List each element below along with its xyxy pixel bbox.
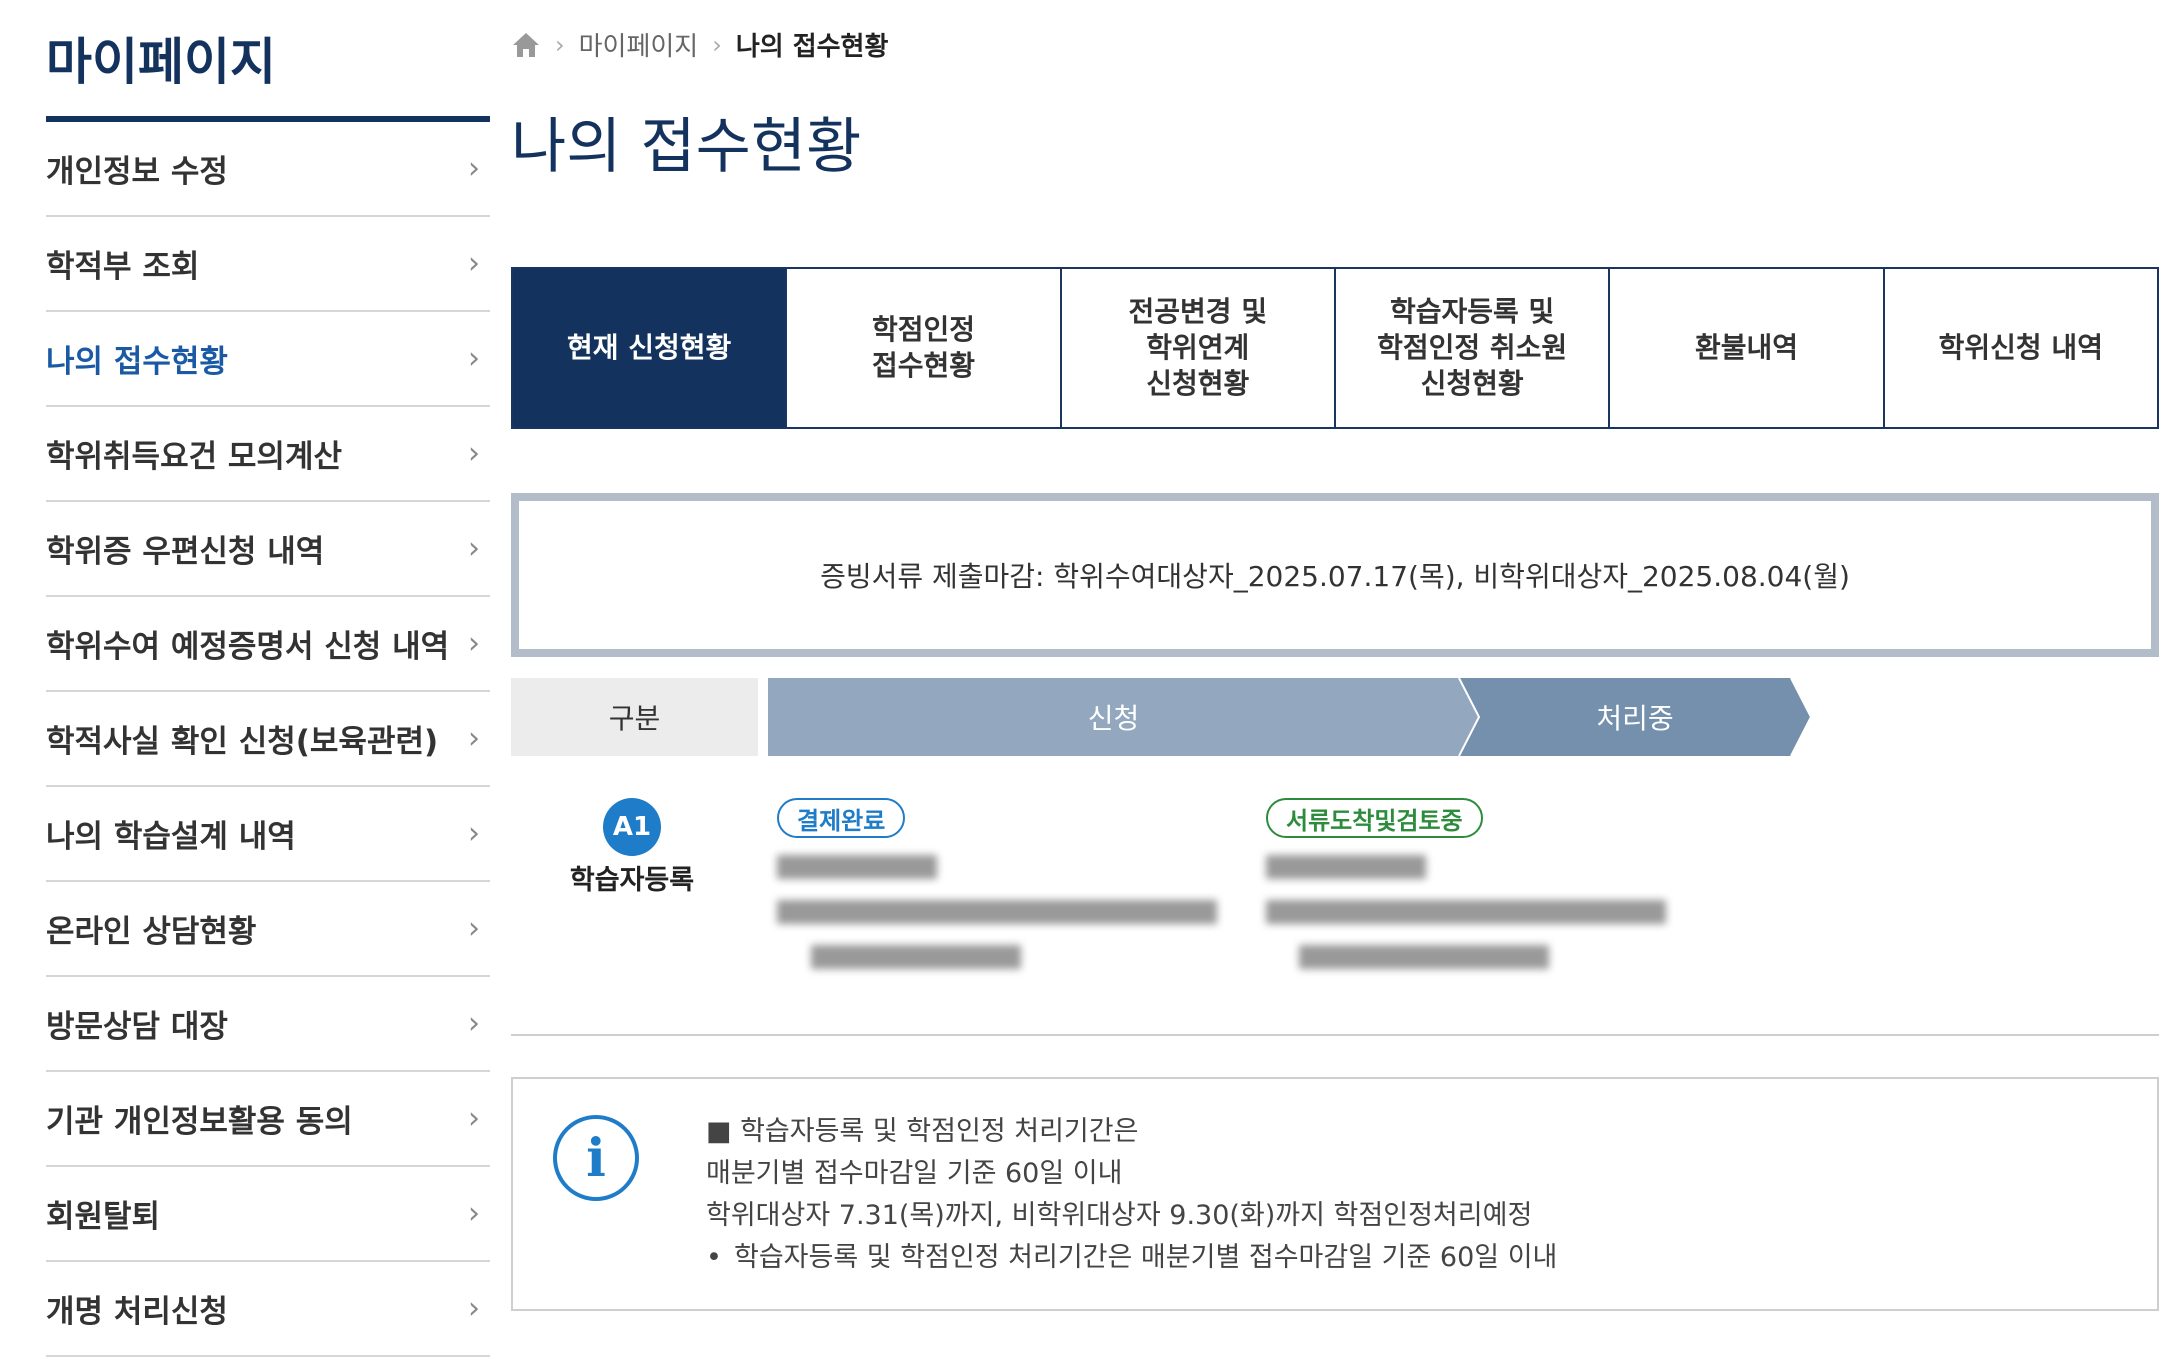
sidebar-item-label: 기관 개인정보활용 동의 [46,1104,353,1140]
chevron-right-icon: › [468,1006,480,1041]
chevron-right-icon: › [468,816,480,851]
info-bullet-text: 학습자등록 및 학점인정 처리기간은 매분기별 접수마감일 기준 60일 이내 [734,1242,1558,1273]
sidebar-item-label: 회원탈퇴 [46,1199,161,1235]
sidebar-item-expected-degree-cert[interactable]: 학위수여 예정증명서 신청 내역 › [46,597,490,692]
breadcrumb-current: 나의 접수현황 [735,32,889,62]
chevron-right-icon: › [468,151,480,186]
sidebar-item-label: 학위증 우편신청 내역 [46,534,325,570]
breadcrumb: › 마이페이지 › 나의 접수현황 [511,26,888,63]
chevron-right-icon: › [468,531,480,566]
sidebar-item-label: 개명 처리신청 [46,1294,228,1330]
sidebar-item-label: 온라인 상담현황 [46,914,257,950]
tab-current-applications[interactable]: 현재 신청현황 [513,269,786,427]
page-title: 나의 접수현황 [511,112,862,182]
chevron-right-icon: › [468,1196,480,1231]
chevron-right-icon: › [468,436,480,471]
sidebar-item-academic-fact-check[interactable]: 학적사실 확인 신청(보육관련) › [46,692,490,787]
tab-refunds[interactable]: 환불내역 [1608,269,1882,427]
sidebar-item-label: 학위취득요건 모의계산 [46,439,342,475]
application-row: A1 학습자등록 결제완료 서류도착및검토중 [511,790,2159,1036]
step-apply-label: 신청 [1087,702,1140,735]
tab-major-change[interactable]: 전공변경 및 학위연계 신청현황 [1059,269,1334,427]
info-bullet-item: • 학습자등록 및 학점인정 처리기간은 매분기별 접수마감일 기준 60일 이내 [706,1237,1557,1279]
info-box: i ■ 학습자등록 및 학점인정 처리기간은 매분기별 접수마감일 기준 60일… [511,1077,2159,1311]
deadline-notice-text: 증빙서류 제출마감: 학위수여대상자_2025.07.17(목), 비학위대상자… [820,560,1850,593]
sidebar-item-label: 학적사실 확인 신청(보육관련) [46,724,439,760]
chevron-right-icon: › [468,1291,480,1326]
sidebar-item-diploma-mail[interactable]: 학위증 우편신청 내역 › [46,502,490,597]
redacted-text [811,945,1021,969]
breadcrumb-separator: › [555,30,565,59]
chevron-right-icon: › [468,911,480,946]
home-icon[interactable] [511,31,541,59]
redacted-text [777,855,937,879]
tab-credit-recognition[interactable]: 학점인정 접수현황 [785,269,1059,427]
status-badge-paid: 결제완료 [777,798,906,838]
chevron-right-icon: › [468,341,480,376]
sidebar-item-my-applications[interactable]: 나의 접수현황 › [46,312,490,407]
chevron-right-icon: › [468,246,480,281]
tab-degree-applications[interactable]: 학위신청 내역 [1882,269,2157,427]
status-header-category: 구분 [511,678,758,756]
a1-badge: A1 [603,798,661,856]
sidebar-item-visit-consult[interactable]: 방문상담 대장 › [46,977,490,1072]
sidebar-item-label: 방문상담 대장 [46,1009,228,1045]
sidebar-item-label: 개인정보 수정 [46,154,228,190]
sidebar-item-label: 학위수여 예정증명서 신청 내역 [46,629,450,665]
step-complete-label: 처리완료 [1933,702,2037,735]
row-label: 학습자등록 [569,865,695,896]
redacted-text [1266,900,1666,924]
tab-registration-cancel[interactable]: 학습자등록 및 학점인정 취소원 신청현황 [1333,269,1608,427]
sidebar-item-edit-profile[interactable]: 개인정보 수정 › [46,122,490,217]
chevron-right-icon: › [468,626,480,661]
status-steps: 신청 처리중 처리완료 [768,678,2159,756]
sidebar-item-withdraw[interactable]: 회원탈퇴 › [46,1167,490,1262]
info-text: ■ 학습자등록 및 학점인정 처리기간은 매분기별 접수마감일 기준 60일 이… [706,1111,1557,1279]
status-badge-reviewing: 서류도착및검토중 [1266,798,1483,838]
step-processing-label: 처리중 [1596,702,1674,735]
info-line: 매분기별 접수마감일 기준 60일 이내 [706,1158,1123,1189]
redacted-text [777,900,1217,924]
sidebar-item-label: 나의 접수현황 [46,344,228,380]
chevron-right-icon: › [468,1101,480,1136]
deadline-notice: 증빙서류 제출마감: 학위수여대상자_2025.07.17(목), 비학위대상자… [511,493,2159,657]
info-icon: i [553,1115,639,1201]
sidebar-item-academic-record[interactable]: 학적부 조회 › [46,217,490,312]
sidebar-item-label: 학적부 조회 [46,249,200,285]
info-line: ■ 학습자등록 및 학점인정 처리기간은 [706,1116,1139,1147]
sidebar: 마이페이지 개인정보 수정 › 학적부 조회 › 나의 접수현황 › 학위취득요건 모… [46,0,490,1357]
chevron-right-icon: › [468,721,480,756]
status-header: 구분 신청 처리중 처리완료 [511,678,2159,756]
breadcrumb-separator: › [712,30,722,59]
sidebar-item-online-consult[interactable]: 온라인 상담현황 › [46,882,490,977]
info-line: 학위대상자 7.31(목)까지, 비학위대상자 9.30(화)까지 학점인정처리… [706,1200,1533,1231]
sidebar-item-name-change[interactable]: 개명 처리신청 › [46,1262,490,1357]
breadcrumb-item[interactable]: 마이페이지 [579,26,699,63]
bullet-icon: • [706,1242,722,1273]
sidebar-menu: 개인정보 수정 › 학적부 조회 › 나의 접수현황 › 학위취득요건 모의계산 › 학… [46,122,490,1357]
redacted-text [1299,945,1549,969]
sidebar-item-study-plan[interactable]: 나의 학습설계 내역 › [46,787,490,882]
sidebar-title: 마이페이지 [46,0,490,122]
sidebar-item-privacy-consent[interactable]: 기관 개인정보활용 동의 › [46,1072,490,1167]
tab-bar: 현재 신청현황 학점인정 접수현황 전공변경 및 학위연계 신청현황 학습자등록… [511,267,2159,429]
sidebar-item-label: 나의 학습설계 내역 [46,819,296,855]
sidebar-item-degree-simulation[interactable]: 학위취득요건 모의계산 › [46,407,490,502]
redacted-text [1266,855,1426,879]
